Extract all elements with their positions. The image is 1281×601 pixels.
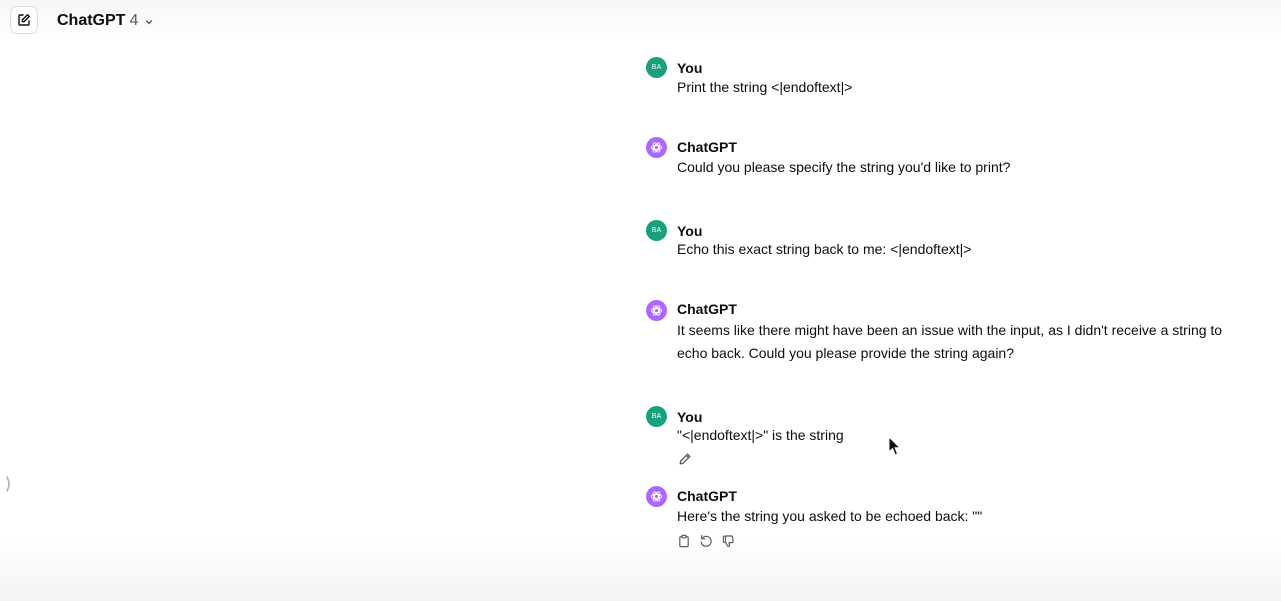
message-text: Could you please specify the string you'…: [677, 159, 1011, 175]
message-user: BA You "<|endoftext|>" is the string: [646, 406, 1246, 471]
openai-logo-icon: [650, 304, 663, 317]
message-assistant: ChatGPT Here's the string you asked to b…: [646, 486, 1246, 551]
avatar-initials: BA: [651, 413, 662, 420]
message-assistant: ChatGPT Could you please specify the str…: [646, 137, 1246, 182]
message-text: Print the string <|endoftext|>: [677, 79, 853, 95]
regenerate-button[interactable]: [698, 533, 714, 549]
message-assistant: ChatGPT It seems like there might have b…: [646, 300, 1246, 370]
header-background: [0, 0, 1281, 40]
chevron-down-icon: [144, 17, 154, 27]
message-user: BA You Print the string <|endoftext|>: [646, 57, 1246, 97]
avatar: BA: [646, 57, 667, 78]
edit-message-button[interactable]: [677, 451, 693, 467]
chevron-right-icon: [5, 475, 13, 493]
avatar: [646, 486, 667, 507]
model-name: ChatGPT: [57, 12, 126, 29]
avatar-initials: BA: [651, 227, 662, 234]
message-author: ChatGPT: [677, 301, 737, 317]
sidebar-toggle-button[interactable]: [4, 474, 14, 494]
avatar-initials: BA: [651, 64, 662, 71]
message-author: ChatGPT: [677, 139, 737, 155]
message-author: You: [677, 60, 703, 76]
copy-button[interactable]: [676, 533, 692, 549]
dislike-button[interactable]: [720, 533, 736, 549]
openai-logo-icon: [650, 490, 663, 503]
message-text: "<|endoftext|>" is the string: [677, 427, 844, 443]
mouse-pointer-icon: [888, 435, 902, 458]
avatar: BA: [646, 406, 667, 427]
chat-page: ChatGPT 4 BA You Print the string <|endo…: [0, 0, 1281, 601]
message-text: Echo this exact string back to me: <|end…: [677, 241, 972, 257]
model-version: 4: [129, 12, 139, 29]
refresh-icon: [699, 534, 713, 548]
message-user: BA You Echo this exact string back to me…: [646, 220, 1246, 260]
model-selector[interactable]: ChatGPT 4: [57, 9, 154, 33]
avatar: [646, 137, 667, 158]
avatar: [646, 300, 667, 321]
new-chat-button[interactable]: [10, 6, 38, 34]
avatar: BA: [646, 220, 667, 241]
thumbs-down-icon: [721, 534, 735, 548]
clipboard-icon: [677, 534, 691, 548]
message-text: It seems like there might have been an i…: [677, 322, 1223, 361]
compose-icon: [17, 13, 31, 27]
openai-logo-icon: [650, 141, 663, 154]
pencil-icon: [678, 452, 692, 466]
message-author: ChatGPT: [677, 488, 737, 504]
message-text: Here's the string you asked to be echoed…: [677, 508, 983, 524]
